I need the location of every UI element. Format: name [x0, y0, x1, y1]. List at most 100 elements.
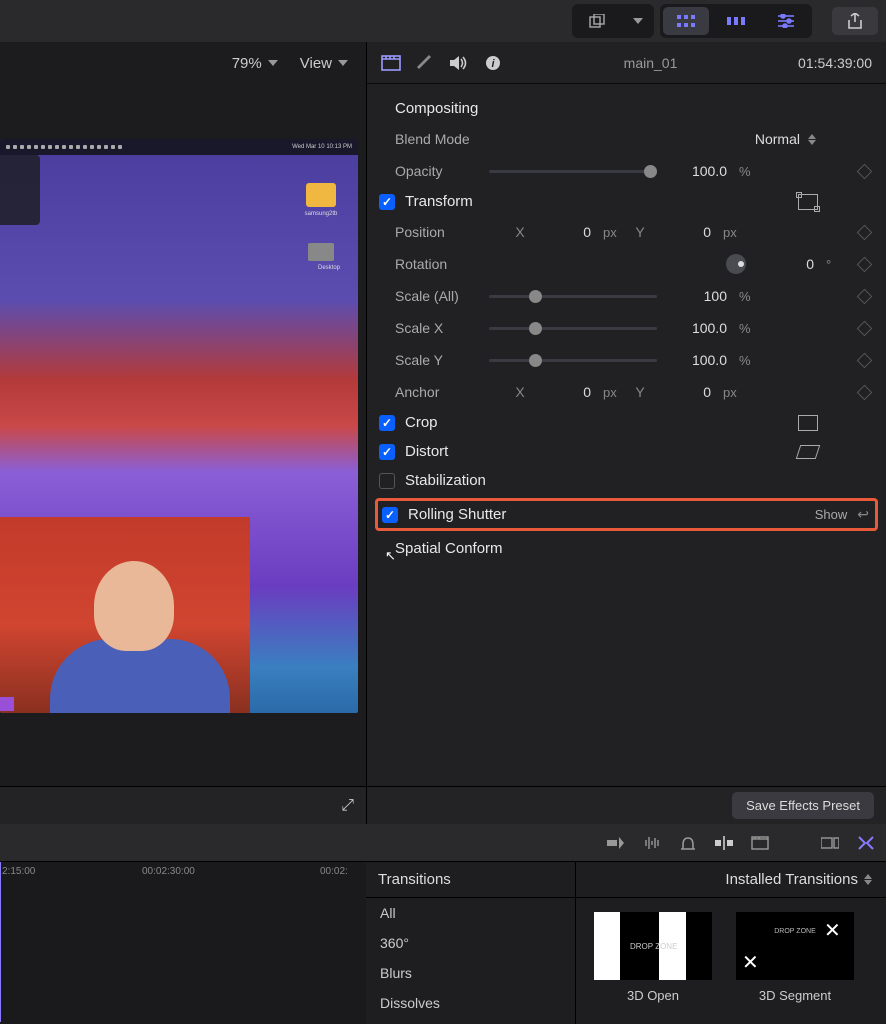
sliders-view-button[interactable]: [763, 7, 809, 35]
filmstrip-view-button[interactable]: [713, 7, 759, 35]
scale-y-value[interactable]: 100.0: [671, 352, 731, 368]
position-y-value[interactable]: 0: [655, 224, 715, 240]
transitions-right-header: Installed Transitions: [576, 862, 886, 898]
scale-all-slider[interactable]: [489, 295, 657, 298]
section-title: Transform: [405, 193, 473, 210]
distort-onscreen-icon[interactable]: [796, 445, 821, 459]
viewer-canvas[interactable]: Wed Mar 10 10:13 PM samsung2tb Desktop: [0, 84, 366, 786]
chevron-down-icon: [268, 60, 278, 66]
playhead[interactable]: [0, 862, 1, 1022]
preview-side-panel: [0, 155, 40, 225]
transform-checkbox[interactable]: [379, 194, 395, 210]
keyframe-button[interactable]: [856, 256, 872, 272]
transitions-category-all[interactable]: All: [366, 898, 575, 928]
viewer-header: 79% View: [0, 42, 366, 84]
timeline-ruler[interactable]: 2:15:00 00:02:30:00 00:02:: [0, 866, 366, 884]
opacity-value[interactable]: 100.0: [671, 163, 731, 179]
audio-skimmer-icon[interactable]: [642, 834, 662, 852]
keyframe-button[interactable]: [856, 224, 872, 240]
transform-onscreen-icon[interactable]: [798, 194, 818, 210]
scale-y-slider[interactable]: [489, 359, 657, 362]
rolling-shutter-checkbox[interactable]: [382, 507, 398, 523]
layout-copy-button[interactable]: [575, 7, 621, 35]
pct-unit: %: [739, 321, 761, 336]
blend-mode-stepper[interactable]: [808, 134, 816, 145]
timeline-index-icon[interactable]: [750, 834, 770, 852]
share-button[interactable]: [832, 7, 878, 35]
clip-appearance-icon[interactable]: [820, 834, 840, 852]
preview-desktop-icon: [308, 243, 334, 261]
crop-checkbox[interactable]: [379, 415, 395, 431]
installed-transitions-label: Installed Transitions: [725, 871, 858, 888]
y-label: Y: [633, 224, 647, 240]
scale-x-slider[interactable]: [489, 327, 657, 330]
scale-all-label: Scale (All): [395, 288, 481, 304]
opacity-slider[interactable]: [489, 170, 657, 173]
rotation-dial[interactable]: [726, 254, 746, 274]
preview-menubar: Wed Mar 10 10:13 PM: [0, 139, 358, 155]
audio-inspector-tab[interactable]: [449, 53, 469, 73]
scale-all-value[interactable]: 100: [671, 288, 731, 304]
px-unit: px: [723, 385, 745, 400]
expand-icon[interactable]: ⤢: [341, 797, 354, 815]
anchor-y-value[interactable]: 0: [655, 384, 715, 400]
snapping-icon[interactable]: [714, 834, 734, 852]
color-inspector-tab[interactable]: [415, 53, 435, 73]
scale-x-value[interactable]: 100.0: [671, 320, 731, 336]
transitions-sidebar: Transitions All 360° Blurs Dissolves: [366, 862, 576, 1024]
preview-folder-label: samsung2tb: [294, 211, 348, 217]
layout-switch-group: [572, 4, 654, 38]
skimmer-icon[interactable]: [606, 834, 626, 852]
section-rolling-shutter: Rolling Shutter Show ↩: [375, 498, 878, 531]
effects-browser-icon[interactable]: [856, 834, 876, 852]
grid-view-button[interactable]: [663, 7, 709, 35]
anchor-x-value[interactable]: 0: [535, 384, 595, 400]
transitions-category-360[interactable]: 360°: [366, 928, 575, 958]
px-unit: px: [603, 225, 625, 240]
info-inspector-tab[interactable]: i: [483, 53, 503, 73]
transition-item[interactable]: ✕✕DROP ZONE 3D Segment: [736, 912, 854, 1003]
position-row: Position X 0 px Y 0 px: [367, 216, 886, 248]
solo-icon[interactable]: [678, 834, 698, 852]
view-label: View: [300, 55, 332, 72]
transitions-category-blurs[interactable]: Blurs: [366, 958, 575, 988]
video-inspector-tab[interactable]: [381, 53, 401, 73]
crop-onscreen-icon[interactable]: [798, 415, 818, 431]
layout-dropdown-chevron[interactable]: [625, 7, 651, 35]
reset-icon[interactable]: ↩: [857, 506, 869, 523]
chevron-down-icon: [338, 60, 348, 66]
position-x-value[interactable]: 0: [535, 224, 595, 240]
transition-thumbnail: ✕✕DROP ZONE: [736, 912, 854, 980]
clip-name: main_01: [517, 55, 784, 71]
transitions-category-dissolves[interactable]: Dissolves: [366, 988, 575, 1018]
transition-item[interactable]: DROP ZONE 3D Open: [594, 912, 712, 1003]
section-distort: Distort: [367, 437, 886, 466]
keyframe-button[interactable]: [856, 320, 872, 336]
rotation-value[interactable]: 0: [758, 256, 818, 272]
section-title: Rolling Shutter: [408, 506, 506, 523]
section-title: Spatial Conform: [395, 540, 503, 557]
rotation-row: Rotation 0 °: [367, 248, 886, 280]
transition-thumbnail: DROP ZONE: [594, 912, 712, 980]
inspector-panel: i main_01 01:54:39:00 Compositing Blend …: [366, 42, 886, 824]
px-unit: px: [723, 225, 745, 240]
view-dropdown[interactable]: View: [300, 55, 348, 72]
save-effects-preset-button[interactable]: Save Effects Preset: [732, 792, 874, 819]
section-title: Stabilization: [405, 472, 486, 489]
transition-label: 3D Open: [627, 988, 679, 1003]
deg-unit: °: [826, 257, 848, 272]
blend-mode-value[interactable]: Normal: [755, 131, 800, 147]
transitions-sort-stepper[interactable]: [864, 874, 872, 885]
keyframe-button[interactable]: [856, 163, 872, 179]
rolling-shutter-show[interactable]: Show: [815, 507, 848, 522]
distort-checkbox[interactable]: [379, 444, 395, 460]
stabilization-checkbox[interactable]: [379, 473, 395, 489]
keyframe-button[interactable]: [856, 352, 872, 368]
timeline-toolbar: [0, 824, 886, 862]
keyframe-button[interactable]: [856, 384, 872, 400]
zoom-dropdown[interactable]: 79%: [232, 55, 278, 72]
section-transform: Transform: [367, 187, 886, 216]
timeline[interactable]: 2:15:00 00:02:30:00 00:02:: [0, 862, 366, 1024]
keyframe-button[interactable]: [856, 288, 872, 304]
section-title: Crop: [405, 414, 438, 431]
